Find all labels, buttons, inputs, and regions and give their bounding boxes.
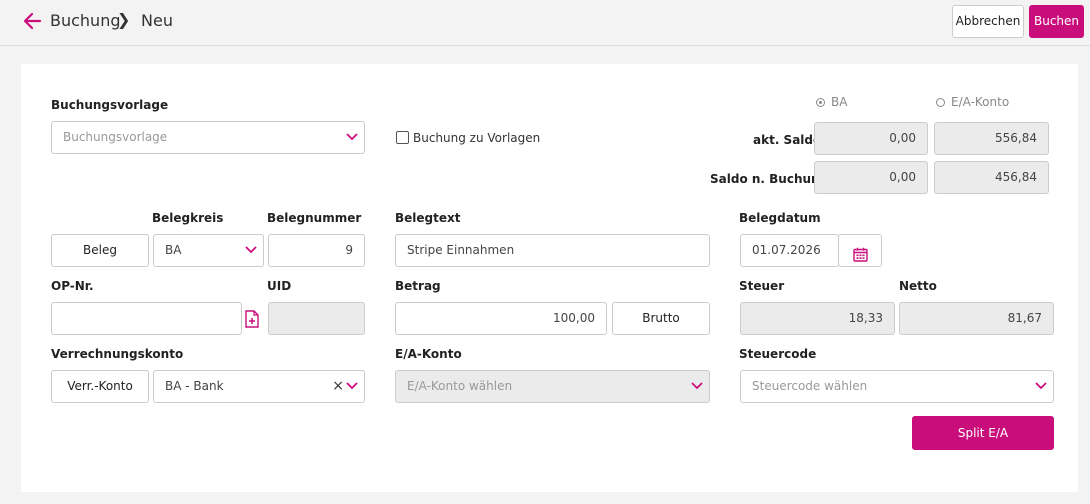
- radio-ea-label: E/A-Konto: [951, 95, 1010, 109]
- radio-ba-label: BA: [831, 95, 848, 109]
- chevron-down-icon: [346, 132, 358, 142]
- chevron-down-icon: [1035, 381, 1047, 391]
- zu-vorlagen-checkbox[interactable]: Buchung zu Vorlagen: [396, 130, 540, 146]
- betrag-input[interactable]: 100,00: [395, 302, 607, 335]
- belegtext-label: Belegtext: [395, 211, 461, 225]
- akt-saldo-ea-field: 556,84: [934, 122, 1049, 155]
- belegtext-input[interactable]: Stripe Einnahmen: [395, 234, 710, 267]
- belegdatum-input[interactable]: 01.07.2026: [740, 234, 839, 267]
- op-nr-input[interactable]: [51, 302, 242, 335]
- verrechnungskonto-label: Verrechnungskonto: [51, 347, 184, 361]
- steuercode-placeholder: Steuercode wählen: [752, 379, 868, 393]
- radio-unselected-icon: [936, 98, 945, 107]
- beleg-button[interactable]: Beleg: [51, 234, 149, 267]
- netto-field: 81,67: [899, 302, 1054, 335]
- belegnummer-label: Belegnummer: [267, 211, 362, 225]
- verrechnungskonto-select[interactable]: BA - Bank ×: [153, 370, 365, 403]
- radio-ea-konto[interactable]: E/A-Konto: [936, 95, 1009, 109]
- chevron-down-icon: [245, 245, 257, 255]
- steuercode-select[interactable]: Steuercode wählen: [740, 370, 1054, 403]
- verrechnungskonto-value: BA - Bank: [165, 379, 224, 393]
- checkbox-box[interactable]: [396, 131, 409, 144]
- breadcrumb-neu: Neu: [141, 11, 173, 30]
- calendar-icon: [852, 243, 868, 266]
- calendar-button[interactable]: [838, 234, 882, 267]
- split-ea-button[interactable]: Split E/A: [912, 416, 1054, 450]
- akt-saldo-ba-field: 0,00: [814, 122, 928, 155]
- uid-field: [268, 302, 365, 335]
- clear-icon[interactable]: ×: [332, 371, 344, 402]
- radio-selected-icon: [816, 98, 825, 107]
- cancel-button[interactable]: Abbrechen: [952, 5, 1024, 38]
- ea-konto-label: E/A-Konto: [395, 347, 462, 361]
- steuercode-label: Steuercode: [739, 347, 817, 361]
- ea-konto-select[interactable]: E/A-Konto wählen: [395, 370, 710, 403]
- zu-vorlagen-label: Buchung zu Vorlagen: [413, 131, 541, 145]
- chevron-down-icon: [691, 381, 703, 391]
- breadcrumb-separator: ❯: [117, 10, 131, 29]
- buchungsvorlage-label: Buchungsvorlage: [51, 98, 169, 112]
- belegkreis-value: BA: [165, 243, 182, 257]
- brutto-toggle-button[interactable]: Brutto: [612, 302, 710, 335]
- belegkreis-label: Belegkreis: [152, 211, 224, 225]
- betrag-label: Betrag: [395, 279, 441, 293]
- steuer-label: Steuer: [739, 279, 785, 293]
- akt-saldo-label: akt. Saldo: [753, 133, 822, 147]
- ea-konto-placeholder: E/A-Konto wählen: [407, 379, 513, 393]
- booking-form-card: Buchungsvorlage Buchungsvorlage Buchung …: [21, 64, 1078, 492]
- buchungsvorlage-select[interactable]: Buchungsvorlage: [51, 121, 365, 154]
- book-button[interactable]: Buchen: [1029, 5, 1084, 38]
- radio-ba[interactable]: BA: [816, 95, 847, 109]
- saldo-n-buchung-ba-field: 0,00: [814, 161, 928, 194]
- steuer-field: 18,33: [740, 302, 895, 335]
- uid-label: UID: [267, 279, 292, 293]
- add-document-icon[interactable]: [245, 310, 259, 332]
- belegnummer-input[interactable]: 9: [268, 234, 365, 267]
- saldo-n-buchung-ea-field: 456,84: [934, 161, 1049, 194]
- saldo-n-buchung-label: Saldo n. Buchung: [710, 172, 829, 186]
- verr-konto-button[interactable]: Verr.-Konto: [51, 370, 149, 403]
- breadcrumb-buchung[interactable]: Buchung: [50, 11, 121, 31]
- belegkreis-select[interactable]: BA: [153, 234, 264, 267]
- belegdatum-label: Belegdatum: [739, 211, 821, 225]
- back-arrow-icon[interactable]: [22, 9, 44, 33]
- buchungsvorlage-placeholder: Buchungsvorlage: [63, 130, 168, 144]
- chevron-down-icon: [346, 381, 358, 391]
- top-bar: Buchung ❯ Neu Abbrechen Buchen: [0, 0, 1090, 46]
- netto-label: Netto: [899, 279, 937, 293]
- op-nr-label: OP-Nr.: [51, 279, 94, 293]
